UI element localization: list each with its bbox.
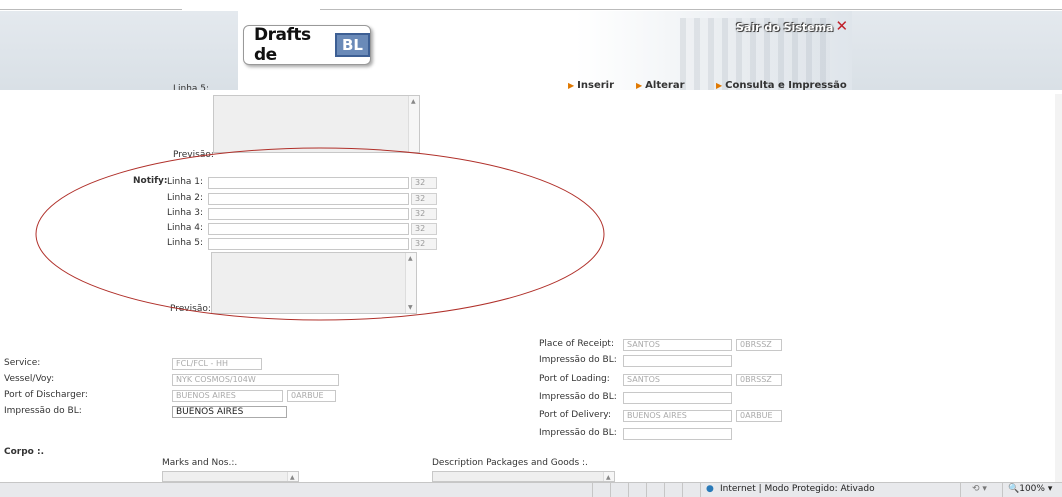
menu-consulta[interactable]: ▶ Consulta e Impressão [716, 80, 847, 91]
menu-inserir[interactable]: ▶ Inserir [568, 80, 614, 91]
arrow-right-icon: ▶ [716, 81, 723, 90]
description-label: Description Packages and Goods :. [432, 458, 588, 468]
loading-code-field[interactable]: 0BRSSZ [736, 374, 782, 386]
loading-label: Port of Loading: [539, 374, 610, 384]
zoom-control[interactable]: 🔍100% ▾ [1008, 484, 1052, 494]
receipt-label: Place of Receipt: [539, 339, 614, 349]
delivery-impressao-field[interactable] [623, 428, 732, 440]
corpo-label: Corpo :. [4, 447, 45, 457]
page-scrollbar[interactable] [1055, 94, 1062, 482]
service-label: Service: [4, 358, 41, 368]
loading-impressao-label: Impressão do BL: [539, 392, 617, 402]
delivery-code-field[interactable]: 0ARBUE [736, 410, 782, 422]
vessel-field[interactable]: NYK COSMOS/104W [172, 374, 339, 386]
impressao-field[interactable]: BUENOS AIRES [172, 406, 287, 418]
logo-text: Drafts de [254, 25, 311, 65]
delivery-label: Port of Delivery: [539, 410, 611, 420]
delivery-impressao-label: Impressão do BL: [539, 428, 617, 438]
marks-label: Marks and Nos.:. [162, 458, 238, 468]
exit-link[interactable]: Sair do Sistema ✕ [736, 17, 848, 35]
partial-linha5-label: Linha 5: [173, 84, 210, 90]
highlight-ellipse [35, 147, 605, 321]
browser-status-bar: ● Internet | Modo Protegido: Ativado ⟲ ▾… [0, 482, 1062, 497]
globe-icon: ● [706, 484, 714, 494]
loading-impressao-field[interactable] [623, 392, 732, 404]
zoom-icon: 🔍 [1008, 484, 1020, 494]
delivery-field[interactable]: BUENOS AIRES [623, 410, 732, 422]
receipt-field[interactable]: SANTOS [623, 339, 732, 351]
protected-mode-icon[interactable]: ⟲ ▾ [972, 484, 987, 494]
receipt-impressao-label: Impressão do BL: [539, 355, 617, 365]
top-strip [0, 0, 1062, 11]
receipt-impressao-field[interactable] [623, 355, 732, 367]
impressao-label: Impressão do BL: [4, 406, 82, 416]
discharge-field[interactable]: BUENOS AIRES [172, 390, 283, 402]
receipt-code-field[interactable]: 0BRSSZ [736, 339, 782, 351]
app-logo: Drafts de BL [243, 25, 371, 65]
loading-field[interactable]: SANTOS [623, 374, 732, 386]
close-x-icon: ✕ [835, 17, 849, 35]
exit-label: Sair do Sistema [736, 21, 834, 34]
logo-badge: BL [335, 33, 370, 57]
security-zone-text: Internet | Modo Protegido: Ativado [720, 484, 875, 494]
marks-textarea[interactable]: ▲ [162, 471, 299, 482]
discharge-label: Port of Discharger: [4, 390, 88, 400]
menu-alterar[interactable]: ▶ Alterar [636, 80, 685, 91]
discharge-code-field[interactable]: 0ARBUE [287, 390, 336, 402]
service-field[interactable]: FCL/FCL - HH [172, 358, 262, 370]
arrow-right-icon: ▶ [636, 81, 643, 90]
zoom-level: 100% [1019, 484, 1045, 494]
vessel-label: Vessel/Voy: [4, 374, 55, 384]
arrow-right-icon: ▶ [568, 81, 575, 90]
description-textarea[interactable]: ▲ [432, 471, 615, 482]
